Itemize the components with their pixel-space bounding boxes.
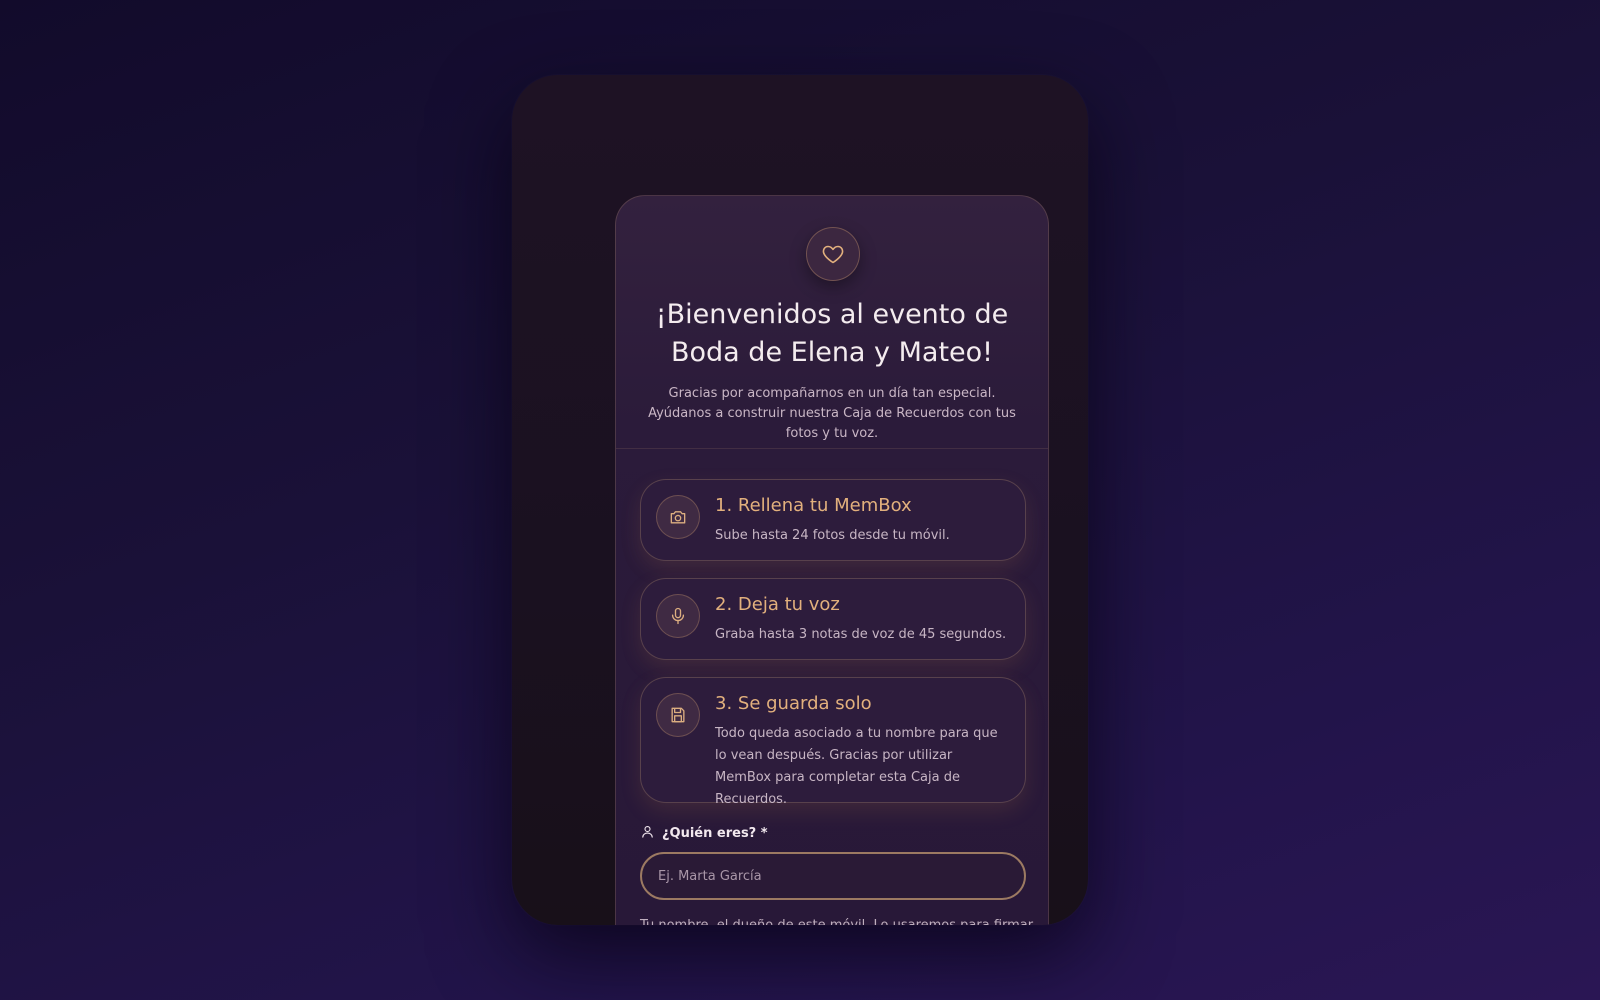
name-input[interactable] [640,852,1026,900]
step-title: 2. Deja tu voz [715,594,840,615]
step-description: Graba hasta 3 notas de voz de 45 segundo… [715,627,1007,642]
welcome-card: ¡Bienvenidos al evento de Boda de Elena … [615,195,1049,925]
user-icon [640,824,655,843]
microphone-icon [656,594,700,638]
page-subtitle: Gracias por acompañarnos en un día tan e… [648,386,1016,441]
page-title: ¡Bienvenidos al evento de Boda de Elena … [655,299,1009,368]
step-card-photos: 1. Rellena tu MemBox Sube hasta 24 fotos… [640,479,1026,561]
step-description: Sube hasta 24 fotos desde tu móvil. [715,528,950,543]
name-field-helper: Tu nombre, el dueño de este móvil. Lo us… [640,916,1034,925]
heart-icon [806,227,860,281]
step-title: 3. Se guarda solo [715,693,872,714]
card-header: ¡Bienvenidos al evento de Boda de Elena … [616,196,1048,449]
name-field-label-text: ¿Quién eres? * [662,826,768,841]
step-card-voice: 2. Deja tu voz Graba hasta 3 notas de vo… [640,578,1026,660]
camera-icon [656,495,700,539]
step-card-save: 3. Se guarda solo Todo queda asociado a … [640,677,1026,807]
step-title: 1. Rellena tu MemBox [715,495,912,516]
save-icon [656,693,700,737]
phone-frame: ¡Bienvenidos al evento de Boda de Elena … [512,75,1088,925]
step-description: Todo queda asociado a tu nombre para que… [715,726,998,807]
name-field-label: ¿Quién eres? * [640,824,768,843]
